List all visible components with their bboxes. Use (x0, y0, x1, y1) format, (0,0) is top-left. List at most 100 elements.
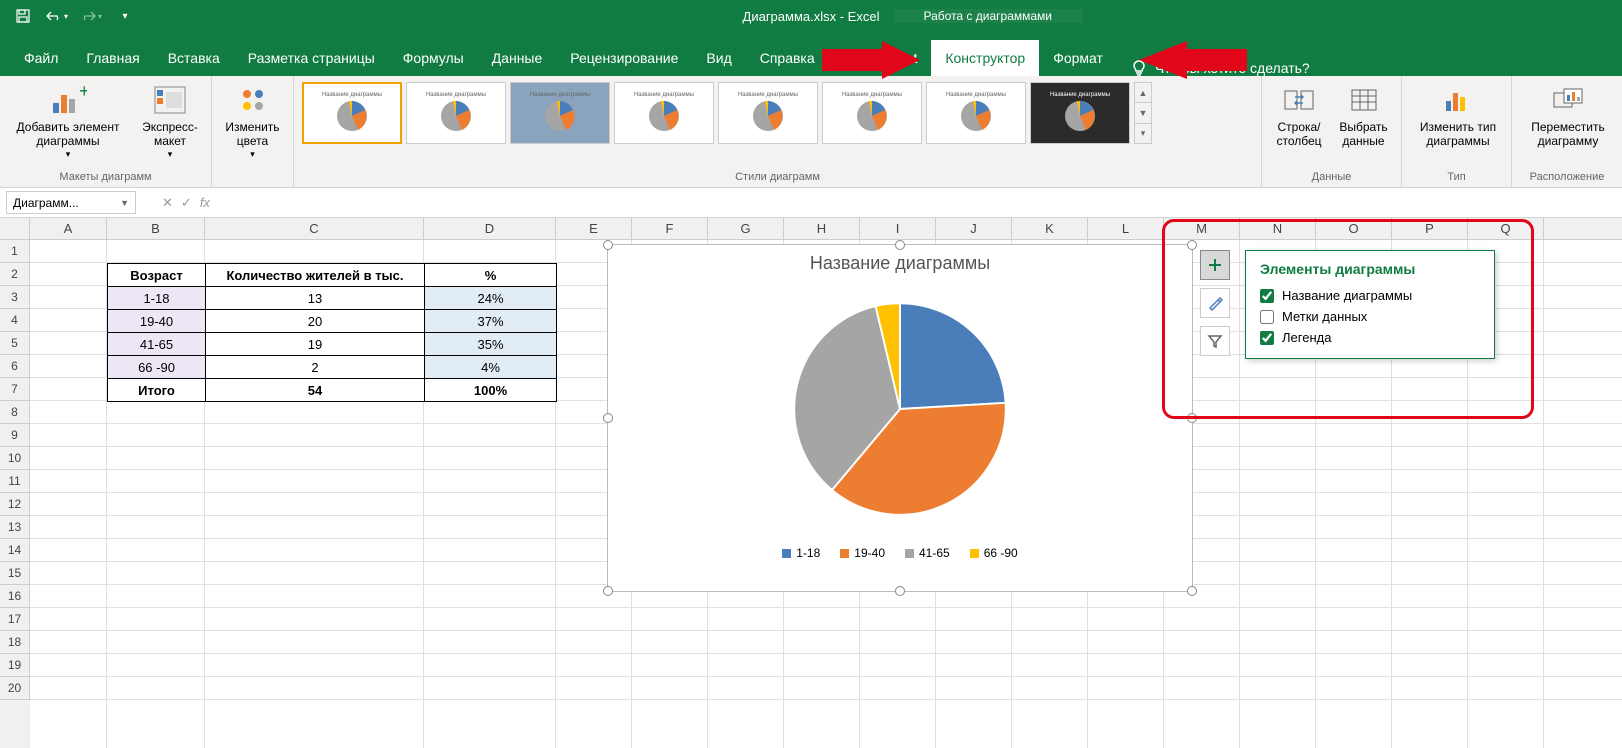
col-header[interactable]: J (936, 218, 1012, 239)
resize-handle[interactable] (603, 586, 613, 596)
col-header[interactable]: Q (1468, 218, 1544, 239)
resize-handle[interactable] (603, 240, 613, 250)
tab-file[interactable]: Файл (10, 40, 72, 76)
row-header[interactable]: 4 (0, 309, 30, 332)
checkbox[interactable] (1260, 289, 1274, 303)
col-header[interactable]: G (708, 218, 784, 239)
col-header[interactable]: L (1088, 218, 1164, 239)
tab-view[interactable]: Вид (692, 40, 745, 76)
formula-input[interactable] (216, 188, 1622, 217)
plus-icon[interactable] (1200, 250, 1230, 280)
undo-icon[interactable]: ▾ (42, 3, 72, 29)
row-header[interactable]: 20 (0, 677, 30, 700)
fx-icon[interactable]: fx (200, 195, 210, 210)
col-header[interactable]: H (784, 218, 860, 239)
resize-handle[interactable] (1187, 413, 1197, 423)
tab-layout[interactable]: Разметка страницы (234, 40, 389, 76)
save-icon[interactable] (8, 3, 38, 29)
move-chart-button[interactable]: Переместить диаграмму (1518, 80, 1618, 166)
chevron-down-icon[interactable]: ▼ (120, 198, 129, 208)
resize-handle[interactable] (1187, 240, 1197, 250)
row-header[interactable]: 11 (0, 470, 30, 493)
redo-icon[interactable]: ▾ (76, 3, 106, 29)
change-chart-type-button[interactable]: Изменить тип диаграммы (1408, 80, 1508, 166)
row-header[interactable]: 19 (0, 654, 30, 677)
chart-title[interactable]: Название диаграммы (608, 253, 1192, 274)
col-header[interactable]: N (1240, 218, 1316, 239)
qat-customize-icon[interactable]: ▾ (110, 3, 140, 29)
row-header[interactable]: 8 (0, 401, 30, 424)
row-header[interactable]: 5 (0, 332, 30, 355)
chart-style-thumb[interactable]: Название диаграммы (1030, 82, 1130, 144)
col-header[interactable]: C (205, 218, 424, 239)
row-header[interactable]: 7 (0, 378, 30, 401)
legend-item[interactable]: 19-40 (840, 546, 885, 560)
select-all-cell[interactable] (0, 218, 30, 239)
tab-home[interactable]: Главная (72, 40, 153, 76)
chart-object[interactable]: Название диаграммы 1-18 19-40 41-65 66 -90 (607, 244, 1193, 592)
row-header[interactable]: 10 (0, 447, 30, 470)
legend-item[interactable]: 41-65 (905, 546, 950, 560)
legend-item[interactable]: 1-18 (782, 546, 820, 560)
row-header[interactable]: 13 (0, 516, 30, 539)
col-header[interactable]: M (1164, 218, 1240, 239)
chart-style-thumb[interactable]: Название диаграммы (406, 82, 506, 144)
quick-layout-button[interactable]: Экспресс-макет ▾ (132, 80, 208, 166)
row-header[interactable]: 2 (0, 263, 30, 286)
data-table[interactable]: ВозрастКоличество жителей в тыс.%1-18132… (107, 263, 557, 402)
cancel-formula-icon[interactable]: ✕ (162, 195, 173, 211)
pie-chart[interactable] (770, 284, 1030, 534)
chart-element-option[interactable]: Легенда (1260, 327, 1480, 348)
col-header[interactable]: K (1012, 218, 1088, 239)
row-header[interactable]: 3 (0, 286, 30, 309)
col-header[interactable]: O (1316, 218, 1392, 239)
chart-style-thumb[interactable]: Название диаграммы (822, 82, 922, 144)
col-header[interactable]: F (632, 218, 708, 239)
change-colors-button[interactable]: Изменить цвета ▾ (218, 80, 287, 166)
legend-item[interactable]: 66 -90 (970, 546, 1018, 560)
tab-formulas[interactable]: Формулы (389, 40, 478, 76)
tab-help[interactable]: Справка (746, 40, 829, 76)
resize-handle[interactable] (895, 240, 905, 250)
col-header[interactable]: P (1392, 218, 1468, 239)
tab-design[interactable]: Конструктор (931, 40, 1039, 76)
worksheet-grid[interactable]: ABCDEFGHIJKLMNOPQ 1234567891011121314151… (0, 218, 1622, 748)
chart-style-thumb[interactable]: Название диаграммы (510, 82, 610, 144)
tab-insert[interactable]: Вставка (154, 40, 234, 76)
add-chart-element-button[interactable]: + Добавить элемент диаграммы ▾ (6, 80, 130, 166)
brush-icon[interactable] (1200, 288, 1230, 318)
resize-handle[interactable] (895, 586, 905, 596)
row-header[interactable]: 1 (0, 240, 30, 263)
checkbox[interactable] (1260, 331, 1274, 345)
chart-element-option[interactable]: Метки данных (1260, 306, 1480, 327)
chart-style-thumb[interactable]: Название диаграммы (614, 82, 714, 144)
col-header[interactable]: I (860, 218, 936, 239)
accept-formula-icon[interactable]: ✓ (181, 195, 192, 211)
select-data-button[interactable]: Выбрать данные (1332, 80, 1395, 166)
col-header[interactable]: A (30, 218, 107, 239)
chart-style-thumb[interactable]: Название диаграммы (302, 82, 402, 144)
resize-handle[interactable] (1187, 586, 1197, 596)
checkbox[interactable] (1260, 310, 1274, 324)
row-header[interactable]: 16 (0, 585, 30, 608)
tab-format[interactable]: Формат (1039, 40, 1117, 76)
row-header[interactable]: 18 (0, 631, 30, 654)
row-header[interactable]: 6 (0, 355, 30, 378)
name-box[interactable]: Диаграмм...▼ (6, 191, 136, 214)
tab-review[interactable]: Рецензирование (556, 40, 692, 76)
filter-icon[interactable] (1200, 326, 1230, 356)
row-header[interactable]: 17 (0, 608, 30, 631)
row-header[interactable]: 9 (0, 424, 30, 447)
chart-legend[interactable]: 1-18 19-40 41-65 66 -90 (608, 546, 1192, 560)
tab-data[interactable]: Данные (478, 40, 557, 76)
chart-style-thumb[interactable]: Название диаграммы (926, 82, 1026, 144)
switch-row-col-button[interactable]: Строка/ столбец (1268, 80, 1330, 166)
chart-element-option[interactable]: Название диаграммы (1260, 285, 1480, 306)
row-header[interactable]: 14 (0, 539, 30, 562)
col-header[interactable]: D (424, 218, 556, 239)
col-header[interactable]: B (107, 218, 205, 239)
row-header[interactable]: 15 (0, 562, 30, 585)
row-header[interactable]: 12 (0, 493, 30, 516)
col-header[interactable]: E (556, 218, 632, 239)
resize-handle[interactable] (603, 413, 613, 423)
